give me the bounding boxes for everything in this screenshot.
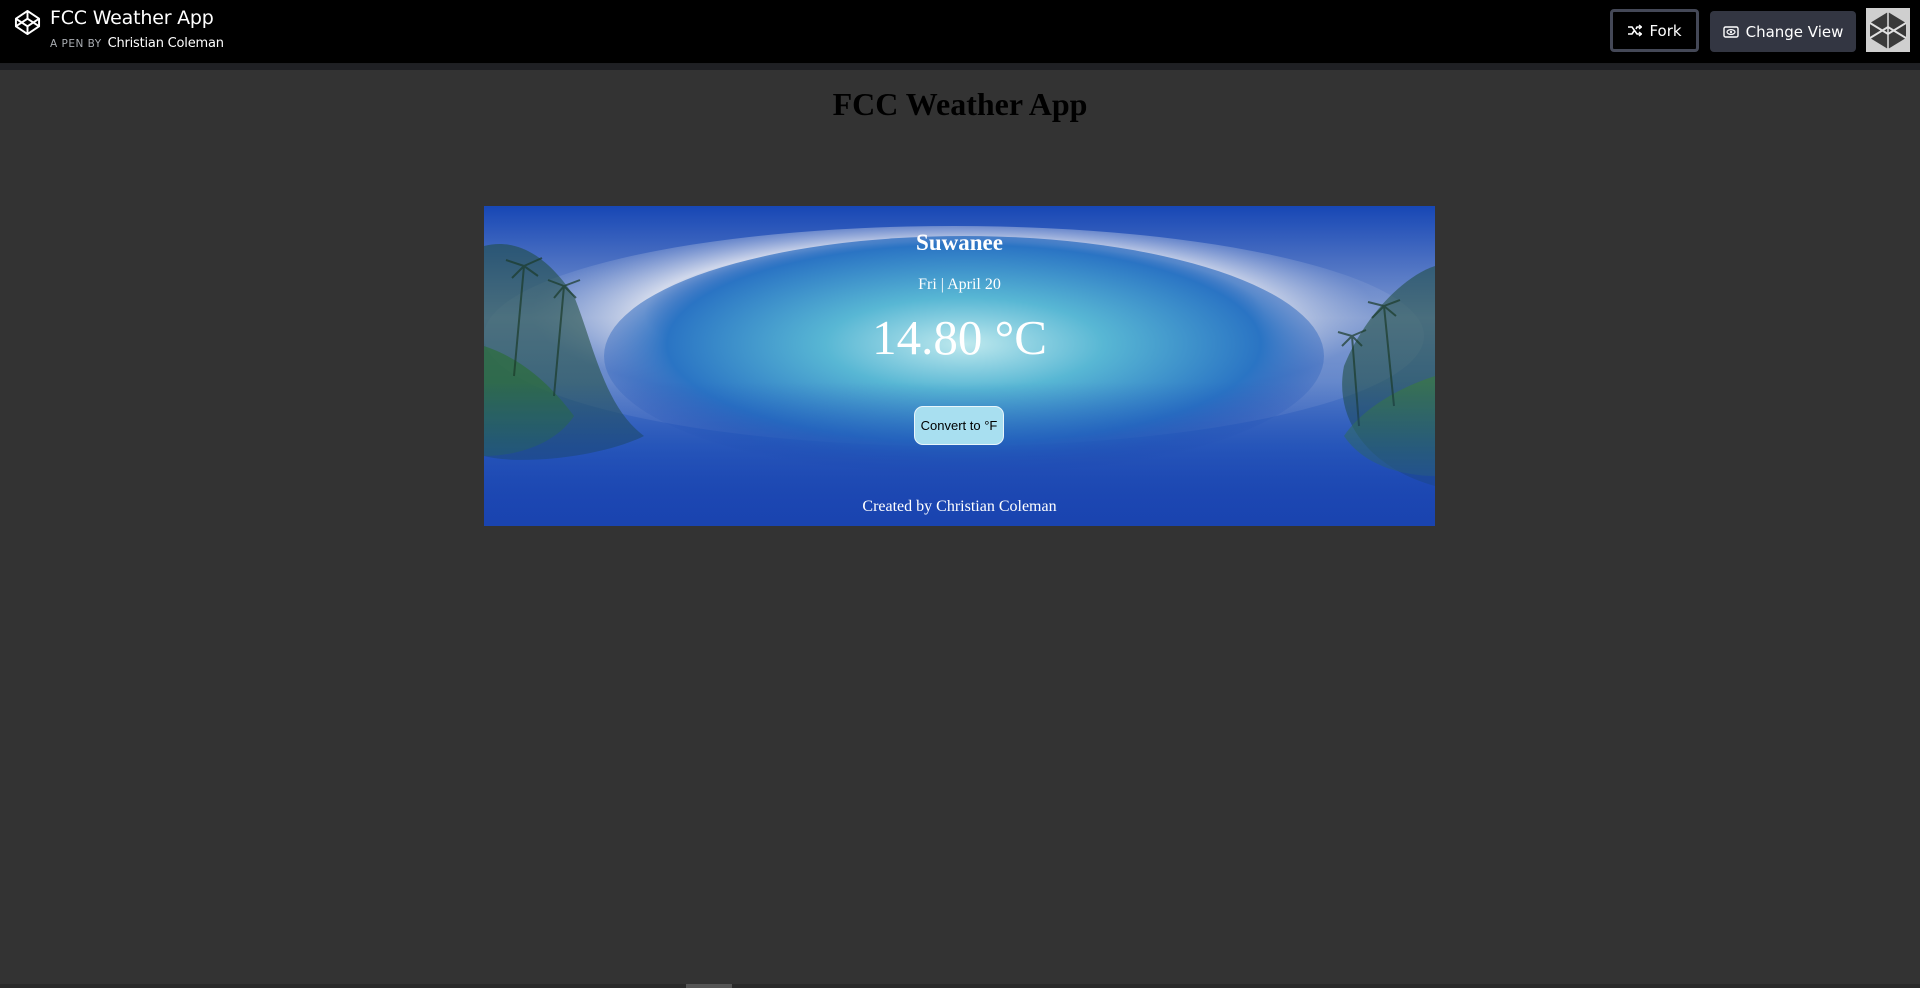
bottom-panel-edge (0, 984, 1920, 988)
credit-text: Created by Christian Coleman (862, 498, 1057, 515)
page-title: FCC Weather App (832, 86, 1088, 122)
temperature-value: 14.80 °C (872, 310, 1047, 365)
change-view-label: Change View (1745, 22, 1844, 41)
fork-icon (1627, 24, 1643, 37)
pen-title: FCC Weather App (50, 7, 214, 29)
pen-byline: A PEN BY Christian Coleman (50, 36, 224, 51)
fork-label: Fork (1649, 21, 1682, 40)
user-avatar[interactable] (1866, 8, 1910, 52)
city-name: Suwanee (916, 230, 1003, 255)
change-view-button[interactable]: Change View (1710, 11, 1856, 52)
header-divider (0, 64, 1920, 70)
codepen-icon[interactable] (14, 9, 41, 36)
eye-icon (1722, 25, 1739, 38)
byline-prefix: A PEN BY (50, 38, 102, 50)
date-label: Fri | April 20 (918, 276, 1001, 293)
fork-button[interactable]: Fork (1610, 9, 1699, 52)
author-link[interactable]: Christian Coleman (108, 36, 224, 51)
codepen-header: FCC Weather App A PEN BY Christian Colem… (0, 0, 1920, 69)
convert-unit-button[interactable]: Convert to °F (914, 406, 1004, 445)
resize-handle[interactable] (686, 984, 732, 988)
weather-card: Suwanee Fri | April 20 14.80 °C Convert … (484, 206, 1435, 526)
